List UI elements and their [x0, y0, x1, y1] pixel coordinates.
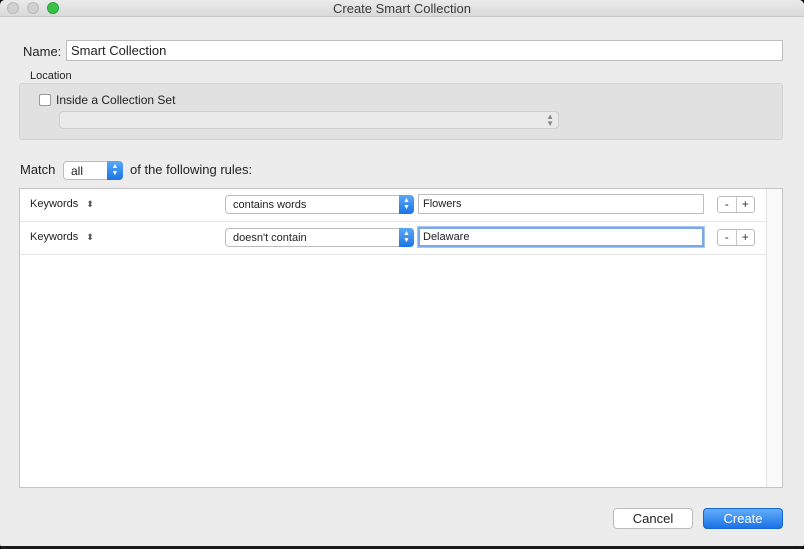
rule-operator-value: contains words	[233, 199, 307, 211]
location-label: Location	[30, 70, 72, 82]
add-rule-button[interactable]: +	[737, 197, 755, 212]
create-button[interactable]: Create	[703, 508, 783, 529]
match-mode-value: all	[71, 164, 84, 178]
rules-scrollbar[interactable]	[766, 189, 782, 487]
rule-operator-select[interactable]: contains words ▲ ▼	[225, 195, 414, 214]
rule-field-select[interactable]: Keywords ⬍	[30, 231, 94, 243]
rules-list: Keywords ⬍ contains words ▲▼ - + Keywords…	[19, 188, 783, 488]
rule-operator-select[interactable]: doesn't contain ▲ ▼	[225, 228, 414, 247]
match-suffix-label: of the following rules:	[130, 162, 253, 177]
updown-arrows-icon: ⬍	[86, 199, 94, 209]
updown-arrows-icon: ▲ ▼	[399, 228, 414, 247]
name-label: Name:	[23, 44, 62, 59]
add-rule-button[interactable]: +	[737, 230, 755, 245]
collection-set-select[interactable]: ▲ ▼	[59, 111, 559, 129]
match-label: Match	[20, 162, 56, 177]
inside-collection-set-label[interactable]: Inside a Collection Set	[56, 93, 175, 107]
rule-row: Keywords ⬍ doesn't contain ▲▼ - +	[20, 222, 767, 255]
rule-value-input[interactable]	[418, 227, 704, 247]
rule-field-select[interactable]: Keywords ⬍	[30, 198, 94, 210]
rule-row: Keywords ⬍ contains words ▲▼ - +	[20, 189, 767, 222]
updown-arrows-icon: ▲ ▼	[546, 112, 554, 128]
rule-add-remove-buttons: - +	[717, 196, 755, 213]
remove-rule-button[interactable]: -	[718, 197, 737, 212]
rule-value-input[interactable]	[418, 194, 704, 214]
updown-arrows-icon: ⬍	[86, 232, 94, 242]
rule-add-remove-buttons: - +	[717, 229, 755, 246]
create-smart-collection-dialog: Create Smart Collection Name: Location I…	[0, 0, 804, 549]
match-mode-select[interactable]: all ▲ ▼	[63, 161, 123, 180]
rule-field-value: Keywords	[30, 231, 79, 243]
name-input[interactable]	[66, 40, 783, 61]
rule-field-value: Keywords	[30, 198, 79, 210]
cancel-button[interactable]: Cancel	[613, 508, 693, 529]
rule-operator-value: doesn't contain	[233, 232, 307, 244]
inside-collection-set-checkbox[interactable]	[39, 94, 51, 106]
title-bar[interactable]: Create Smart Collection	[0, 0, 804, 17]
remove-rule-button[interactable]: -	[718, 230, 737, 245]
window-title: Create Smart Collection	[333, 1, 471, 16]
updown-arrows-icon: ▲ ▼	[107, 161, 123, 180]
updown-arrows-icon: ▲ ▼	[399, 195, 414, 214]
